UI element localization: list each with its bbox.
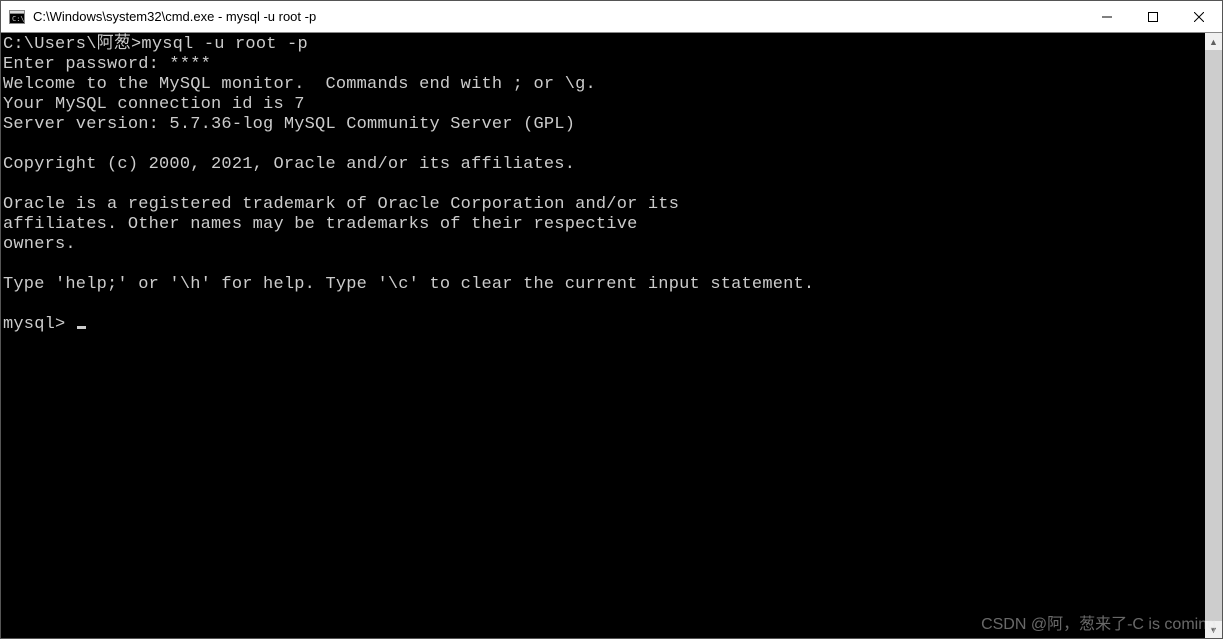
- window-title: C:\Windows\system32\cmd.exe - mysql -u r…: [33, 9, 1084, 24]
- minimize-button[interactable]: [1084, 1, 1130, 32]
- cmd-window: C:\ C:\Windows\system32\cmd.exe - mysql …: [0, 0, 1223, 639]
- titlebar[interactable]: C:\ C:\Windows\system32\cmd.exe - mysql …: [1, 1, 1222, 33]
- scroll-down-arrow-icon[interactable]: ▼: [1205, 621, 1222, 638]
- scroll-up-arrow-icon[interactable]: ▲: [1205, 33, 1222, 50]
- client-area: C:\Users\阿葱>mysql -u root -p Enter passw…: [1, 33, 1222, 638]
- terminal-output[interactable]: C:\Users\阿葱>mysql -u root -p Enter passw…: [1, 33, 1205, 638]
- svg-text:C:\: C:\: [12, 15, 25, 23]
- vertical-scrollbar[interactable]: ▲ ▼: [1205, 33, 1222, 638]
- scrollbar-track[interactable]: [1205, 50, 1222, 621]
- scrollbar-thumb[interactable]: [1205, 50, 1222, 621]
- cursor: [77, 326, 86, 329]
- window-controls: [1084, 1, 1222, 32]
- cmd-icon: C:\: [9, 9, 25, 25]
- close-button[interactable]: [1176, 1, 1222, 32]
- maximize-button[interactable]: [1130, 1, 1176, 32]
